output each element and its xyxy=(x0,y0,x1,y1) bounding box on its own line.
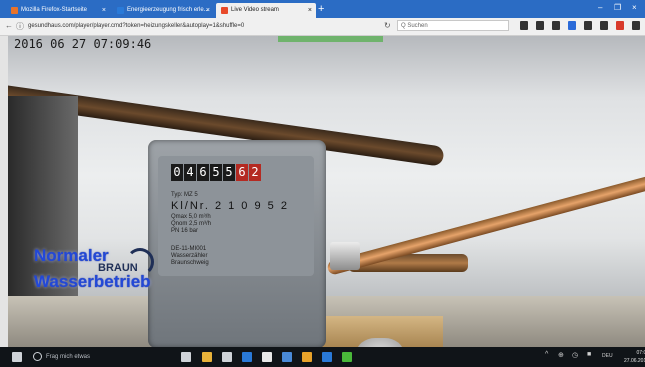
extension-icon[interactable] xyxy=(600,21,608,30)
cortana-placeholder: Frag mich etwas xyxy=(46,354,91,360)
copper-pipe xyxy=(326,169,645,276)
back-arrow-icon[interactable]: ← xyxy=(5,21,13,30)
meter-label: PN 16 bar xyxy=(171,228,199,234)
meter-face: 0 4 6 5 5 6 2 Typ: MZ 5 Kl/Nr. 2 1 0 9 5… xyxy=(158,156,314,276)
tab-energy[interactable]: Energieerzeugung frisch erle... × xyxy=(112,3,214,18)
windows-taskbar: Frag mich etwas ^ ⊕ ◷ ■ DEU 07:09 27.06.… xyxy=(0,347,645,367)
maximize-button[interactable]: ❐ xyxy=(614,2,621,14)
firefox-icon xyxy=(11,7,18,14)
meter-label: Wasserzähler xyxy=(171,253,208,259)
counter-digit: 6 xyxy=(197,164,209,181)
close-tab-icon[interactable]: × xyxy=(102,3,106,18)
edge-icon[interactable] xyxy=(262,352,272,362)
close-tab-icon[interactable]: × xyxy=(308,3,312,18)
menu-icon[interactable] xyxy=(632,21,640,30)
notification-icon[interactable]: ■ xyxy=(587,351,591,358)
task-view-icon[interactable] xyxy=(202,352,212,362)
store-icon[interactable] xyxy=(242,352,252,362)
file-explorer-icon[interactable] xyxy=(222,352,232,362)
status-overlay-line2: Wasserbetrieb xyxy=(34,272,151,291)
browser-toolbar: ← ⓘ gesundhaus.com/player/player.cmd?tok… xyxy=(0,18,645,36)
language-indicator[interactable]: DEU xyxy=(602,353,613,359)
clock-time: 07:09 xyxy=(636,350,645,356)
meter-counter: 0 4 6 5 5 6 2 xyxy=(171,164,262,181)
star-icon[interactable] xyxy=(520,21,528,30)
browser-tab-bar: Mozilla Firefox-Startseite × Energieerze… xyxy=(0,0,645,18)
counter-digit: 6 xyxy=(236,164,248,181)
close-tab-icon[interactable]: × xyxy=(206,3,210,18)
windows-start-icon[interactable] xyxy=(12,352,22,362)
reload-icon[interactable]: ↻ xyxy=(384,21,391,30)
volume-icon[interactable]: ◷ xyxy=(572,351,578,359)
tray-chevron-icon[interactable]: ^ xyxy=(545,351,548,358)
player-status-strip xyxy=(278,36,383,42)
close-window-button[interactable]: × xyxy=(632,2,637,14)
network-icon[interactable]: ⊕ xyxy=(558,351,564,359)
home-icon[interactable] xyxy=(584,21,592,30)
status-overlay-line1: Normaler xyxy=(34,246,109,265)
search-box[interactable]: Q Suchen xyxy=(397,20,509,31)
microphone-icon[interactable] xyxy=(181,352,191,362)
meter-label: Typ: MZ 5 xyxy=(171,192,198,198)
page-gutter xyxy=(0,36,8,347)
water-meter: 0 4 6 5 5 6 2 Typ: MZ 5 Kl/Nr. 2 1 0 9 5… xyxy=(148,140,404,347)
counter-digit: 0 xyxy=(171,164,183,181)
page-icon xyxy=(117,7,124,14)
new-tab-button[interactable]: + xyxy=(318,2,324,16)
app-icon[interactable] xyxy=(364,352,374,362)
minimize-button[interactable]: – xyxy=(598,2,602,14)
meter-label: Qnom 2,5 m³/h xyxy=(171,221,212,227)
taskbar-clock[interactable]: 07:09 27.06.2016 xyxy=(624,349,645,365)
tab-label: Energieerzeugung frisch erle... xyxy=(127,7,209,13)
counter-digit: 2 xyxy=(249,164,261,181)
info-icon[interactable]: ⓘ xyxy=(16,21,24,32)
tab-label: Live Video stream xyxy=(231,7,279,13)
clock-date: 27.06.2016 xyxy=(624,358,645,364)
skype-icon[interactable] xyxy=(342,352,352,362)
download-icon[interactable] xyxy=(568,21,576,30)
cortana-icon xyxy=(33,351,42,361)
meter-label: Braunschweig xyxy=(171,260,209,266)
meter-label: Qmax 5,0 m³/h xyxy=(171,214,211,220)
app-icon[interactable] xyxy=(302,352,312,362)
meter-serial: Kl/Nr. 2 1 0 9 5 2 xyxy=(171,200,289,212)
pipe-fitting xyxy=(330,242,360,270)
counter-digit: 5 xyxy=(223,164,235,181)
counter-digit: 4 xyxy=(184,164,196,181)
counter-digit: 5 xyxy=(210,164,222,181)
app-icon[interactable] xyxy=(282,352,292,362)
tab-firefox-start[interactable]: Mozilla Firefox-Startseite × xyxy=(6,3,110,18)
meter-label: DE-11-MI001 xyxy=(171,246,207,252)
tab-live-video[interactable]: Live Video stream × xyxy=(216,3,316,18)
firefox-taskbar-icon[interactable] xyxy=(322,352,332,362)
video-page-icon xyxy=(221,7,228,14)
addon-icon[interactable] xyxy=(616,21,624,30)
pocket-icon[interactable] xyxy=(552,21,560,30)
video-timestamp: 2016 06 27 07:09:46 xyxy=(14,37,152,51)
tab-label: Mozilla Firefox-Startseite xyxy=(21,7,88,13)
url-bar[interactable]: gesundhaus.com/player/player.cmd?token=h… xyxy=(28,20,388,32)
cortana-search[interactable]: Frag mich etwas xyxy=(33,351,145,363)
live-video-frame[interactable]: 0 4 6 5 5 6 2 Typ: MZ 5 Kl/Nr. 2 1 0 9 5… xyxy=(8,36,645,347)
reading-list-icon[interactable] xyxy=(536,21,544,30)
